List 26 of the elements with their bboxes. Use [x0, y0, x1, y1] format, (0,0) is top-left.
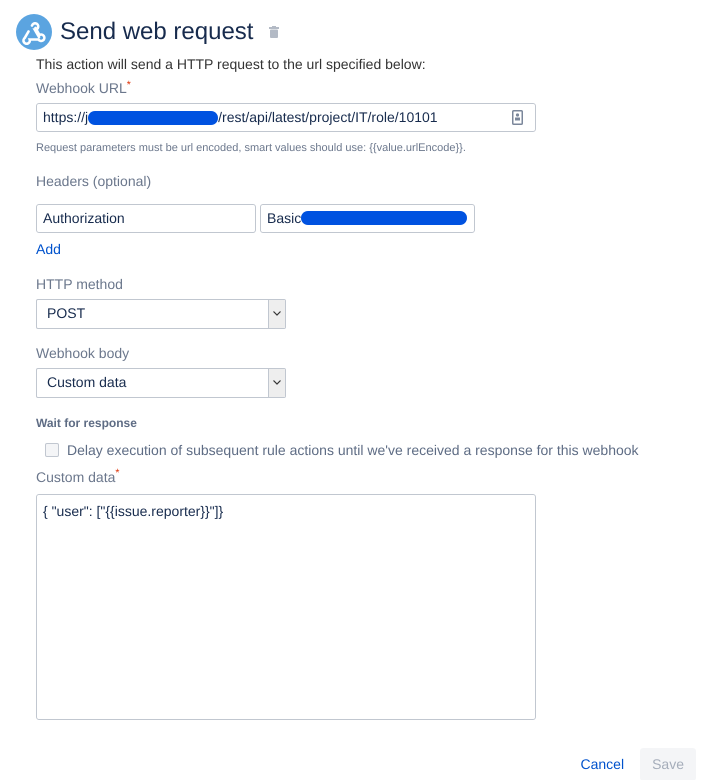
cancel-link[interactable]: Cancel — [580, 754, 624, 774]
url-field[interactable]: https://j /rest/api/latest/project/IT/role/10101 — [36, 103, 536, 132]
header-name-field[interactable]: Authorization — [36, 204, 256, 232]
webhook-icon — [16, 14, 52, 50]
custom-data-textarea[interactable]: { "user": ["{{issue.reporter}}"]} — [36, 494, 536, 720]
help-text: Request parameters must be url encoded, smart values should use: {{value.urlEncode}}. — [36, 141, 467, 156]
add-link[interactable]: Add — [36, 238, 61, 260]
http-method-select[interactable]: POST — [36, 298, 286, 328]
intro-text: This action will send a HTTP request to the url specified below: — [36, 55, 427, 74]
required-mark: * — [115, 467, 120, 480]
section-heading: Wait for response — [36, 414, 138, 432]
checkbox-label: Delay execution of subsequent rule actions until we've received a response for this webhook — [67, 440, 639, 460]
field-label: Custom data$^{*}$ — [36, 466, 120, 486]
field-label: Webhook URL$^{*}$ — [36, 78, 132, 98]
required-mark: * — [126, 78, 131, 91]
dropdown-caret-icon — [273, 380, 281, 385]
header-value-field[interactable]: Basic — [260, 204, 475, 232]
webhook-body-select[interactable]: Custom data — [36, 368, 286, 398]
title: Send web request — [60, 17, 254, 47]
checkbox[interactable] — [45, 443, 59, 457]
field-label: Headers (optional) — [36, 172, 152, 191]
dropdown-caret-icon — [273, 311, 281, 316]
field-label: Webhook body — [36, 344, 130, 363]
contact-card-icon[interactable] — [512, 110, 523, 125]
field-label: HTTP method — [36, 274, 124, 294]
trash-icon[interactable] — [269, 26, 280, 38]
